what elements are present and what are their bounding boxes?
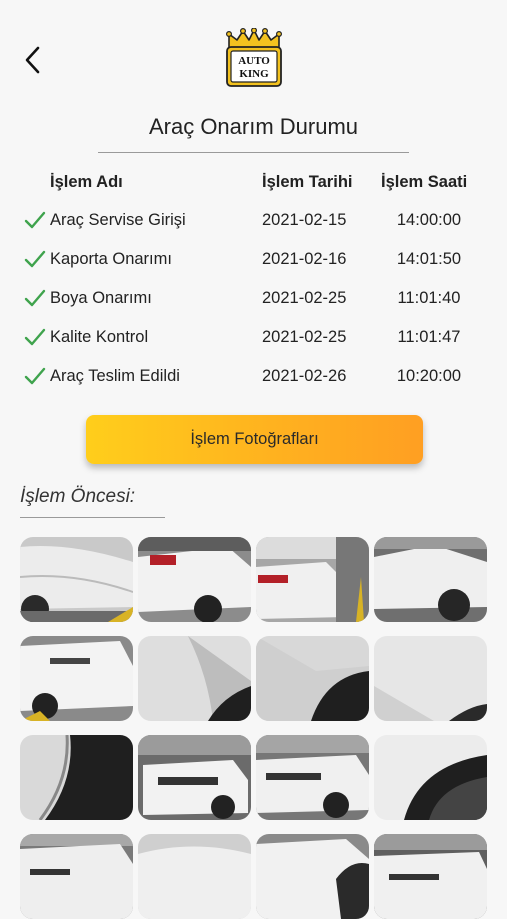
page-title: Araç Onarım Durumu (148, 114, 359, 139)
column-header-date: İşlem Tarihi (262, 173, 353, 191)
row-date: 2021-02-25 (262, 328, 347, 346)
car-photo[interactable] (138, 834, 251, 919)
table-header: İşlem Adı İşlem Tarihi İşlem Saati (0, 173, 507, 201)
table-row: Boya Onarımı 2021-02-25 11:01:40 (0, 289, 507, 317)
process-photos-button[interactable]: İşlem Fotoğrafları (86, 415, 423, 464)
chevron-left-icon (25, 46, 40, 74)
check-icon (24, 289, 46, 307)
back-button[interactable] (18, 42, 52, 78)
car-photo[interactable] (256, 636, 369, 721)
car-photo[interactable] (256, 834, 369, 919)
row-time: 14:00:00 (396, 211, 462, 229)
car-photo[interactable] (20, 636, 133, 721)
row-time: 11:01:40 (397, 289, 461, 307)
section-divider (20, 517, 165, 518)
car-photo[interactable] (256, 537, 369, 622)
check-icon (24, 328, 46, 346)
car-photo[interactable] (374, 537, 487, 622)
row-name: Araç Teslim Edildi (50, 367, 180, 385)
table-row: Araç Servise Girişi 2021-02-15 14:00:00 (0, 211, 507, 239)
logo-text-top: AUTO (238, 55, 270, 67)
row-time: 10:20:00 (396, 367, 462, 385)
status-bar (0, 0, 507, 24)
car-photo[interactable] (374, 834, 487, 919)
row-date: 2021-02-16 (262, 250, 347, 268)
column-header-time: İşlem Saati (381, 173, 468, 191)
logo-text-bottom: KING (239, 68, 269, 80)
table-row: Araç Teslim Edildi 2021-02-26 10:20:00 (0, 367, 507, 395)
table-row: Kalite Kontrol 2021-02-25 11:01:47 (0, 328, 507, 356)
row-time: 11:01:47 (397, 328, 461, 346)
car-photo[interactable] (138, 735, 251, 820)
car-photo[interactable] (374, 636, 487, 721)
row-date: 2021-02-26 (262, 367, 347, 385)
car-photo[interactable] (20, 537, 133, 622)
row-time: 14:01:50 (396, 250, 462, 268)
car-photo[interactable] (138, 636, 251, 721)
table-row: Kaporta Onarımı 2021-02-16 14:01:50 (0, 250, 507, 278)
auto-king-logo: AUTO KING (225, 27, 283, 88)
car-photo[interactable] (138, 537, 251, 622)
car-photo[interactable] (256, 735, 369, 820)
car-photo[interactable] (20, 834, 133, 919)
row-name: Kalite Kontrol (50, 328, 149, 346)
row-date: 2021-02-25 (262, 289, 347, 307)
row-name: Araç Servise Girişi (50, 211, 186, 229)
check-icon (24, 250, 46, 268)
check-icon (24, 211, 46, 229)
before-process-label: İşlem Öncesi: (20, 486, 136, 507)
title-divider (98, 152, 409, 153)
car-photo[interactable] (374, 735, 487, 820)
row-date: 2021-02-15 (262, 211, 347, 229)
check-icon (24, 367, 46, 385)
row-name: Kaporta Onarımı (50, 250, 172, 268)
row-name: Boya Onarımı (50, 289, 152, 307)
column-header-name: İşlem Adı (50, 173, 123, 191)
car-photo[interactable] (20, 735, 133, 820)
